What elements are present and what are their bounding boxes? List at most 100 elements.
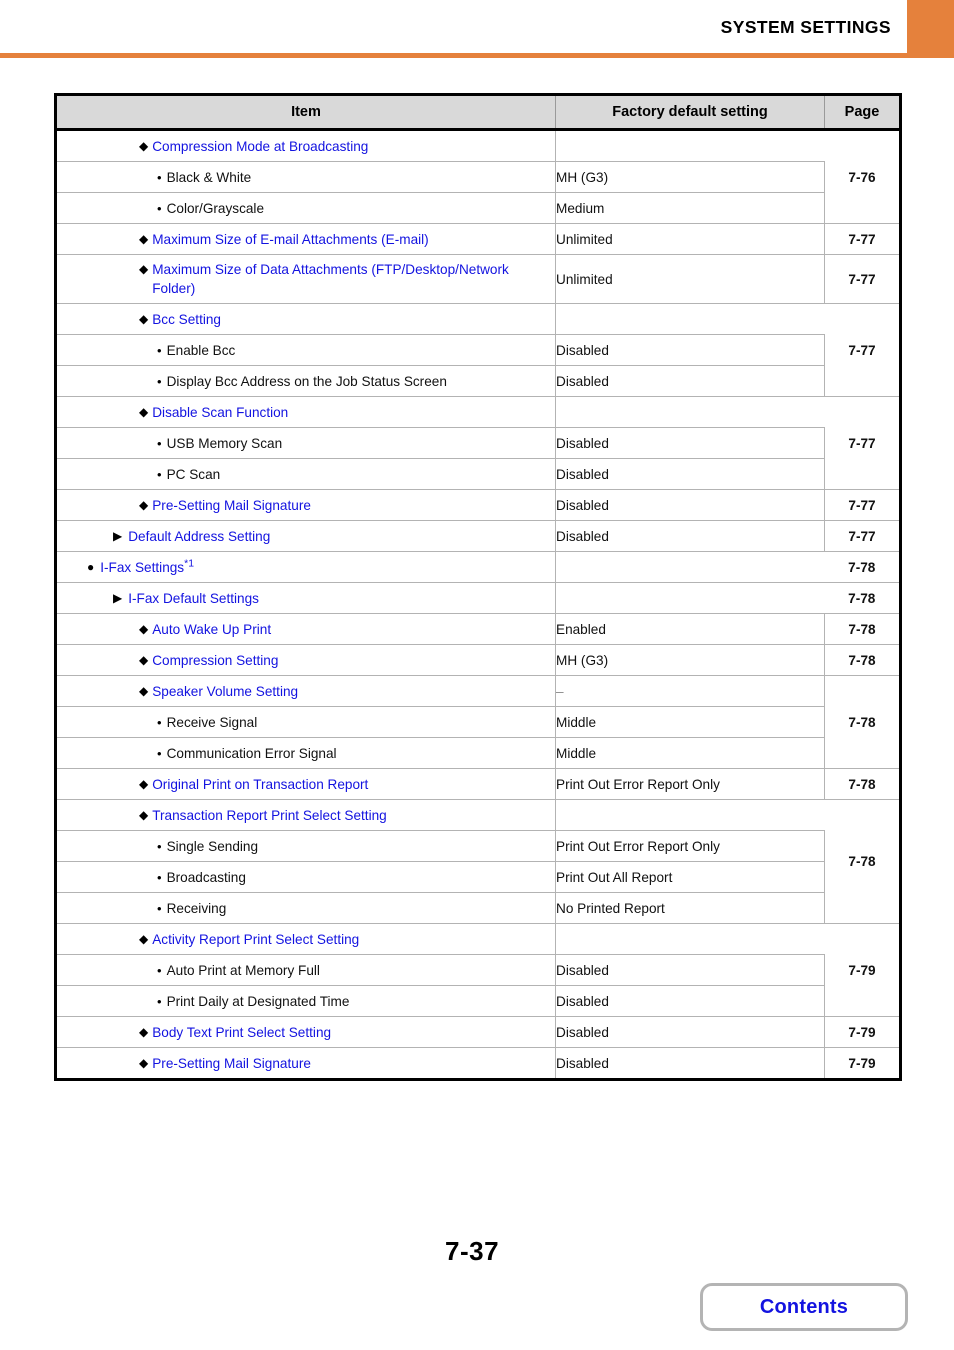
setting-item-label: Communication Error Signal: [166, 745, 337, 761]
page-reference-cell[interactable]: 7-78: [824, 768, 901, 800]
factory-default-value-cell: [555, 303, 825, 335]
page-reference-cell[interactable]: 7-77: [824, 520, 901, 552]
table-row: • Receive Signal Middle: [55, 706, 901, 738]
factory-default-value: Medium: [556, 200, 605, 216]
page-reference-cell[interactable]: 7-76: [824, 129, 901, 224]
setting-item-label[interactable]: Maximum Size of E-mail Attachments (E-ma…: [152, 230, 555, 249]
page-reference-cell[interactable]: 7-78: [824, 644, 901, 676]
setting-item-label: Single Sending: [166, 838, 259, 854]
page-reference-link[interactable]: 7-77: [848, 529, 875, 544]
setting-item-label[interactable]: I-Fax Settings*1: [100, 558, 555, 577]
setting-item-cell: ◆ Pre-Setting Mail Signature: [55, 489, 556, 521]
system-settings-table: Item Factory default setting Page ◆ Compr…: [54, 93, 902, 1081]
contents-button[interactable]: Contents: [700, 1283, 908, 1331]
setting-item-cell: • PC Scan: [55, 458, 556, 490]
setting-item-cell: ▶ Default Address Setting: [55, 520, 556, 552]
page-reference-cell[interactable]: 7-78: [824, 675, 901, 769]
setting-item-label[interactable]: Original Print on Transaction Report: [152, 775, 555, 794]
page-reference-link[interactable]: 7-77: [848, 272, 875, 287]
page-reference-link[interactable]: 7-77: [848, 343, 875, 358]
page-reference-cell[interactable]: 7-77: [824, 396, 901, 490]
setting-item-cell: • Enable Bcc: [55, 334, 556, 366]
page-reference-cell[interactable]: 7-79: [824, 923, 901, 1017]
header-accent-rule: [0, 53, 954, 58]
diamond-marker-icon: ◆: [139, 652, 149, 667]
diamond-marker-icon: ◆: [139, 1055, 149, 1070]
setting-item-label[interactable]: Transaction Report Print Select Setting: [152, 806, 555, 825]
page-reference-cell[interactable]: 7-77: [824, 489, 901, 521]
setting-item-cell: ◆ Original Print on Transaction Report: [55, 768, 556, 800]
page-reference-cell[interactable]: 7-78: [824, 551, 901, 583]
factory-default-value-cell: Enabled: [555, 613, 825, 645]
page-reference-link[interactable]: 7-76: [848, 170, 875, 185]
setting-item-cell: • USB Memory Scan: [55, 427, 556, 459]
setting-item-cell: • Receiving: [55, 892, 556, 924]
page-reference-cell[interactable]: 7-77: [824, 223, 901, 255]
factory-default-value: No Printed Report: [556, 900, 665, 916]
setting-item-cell: ◆ Maximum Size of Data Attachments (FTP/D…: [55, 254, 556, 304]
setting-item-label[interactable]: Pre-Setting Mail Signature: [152, 496, 555, 515]
factory-default-value-cell: Print Out Error Report Only: [555, 830, 825, 862]
table-row: ● I-Fax Settings*1 7-78: [55, 551, 901, 583]
page-reference-link[interactable]: 7-77: [848, 232, 875, 247]
triangle-marker-icon: ▶: [113, 528, 123, 543]
page-reference-link[interactable]: 7-78: [848, 591, 875, 606]
table-row: • Black & White MH (G3): [55, 161, 901, 193]
diamond-marker-icon: ◆: [139, 231, 149, 246]
diamond-marker-icon: ◆: [139, 497, 149, 512]
page-reference-cell[interactable]: 7-77: [824, 303, 901, 397]
setting-item-label: Color/Grayscale: [166, 200, 265, 216]
factory-default-value: Disabled: [556, 435, 609, 451]
diamond-marker-icon: ◆: [139, 138, 149, 153]
factory-default-value-cell: Disabled: [555, 365, 825, 397]
setting-item-cell: ◆ Transaction Report Print Select Setting: [55, 799, 556, 831]
page-reference-link[interactable]: 7-78: [848, 777, 875, 792]
factory-default-value-cell: [555, 129, 825, 162]
factory-default-value: MH (G3): [556, 652, 609, 668]
factory-default-value: Disabled: [556, 466, 609, 482]
page-reference-link[interactable]: 7-79: [848, 1025, 875, 1040]
factory-default-value: Unlimited: [556, 231, 613, 247]
factory-default-value-cell: No Printed Report: [555, 892, 825, 924]
page-reference-link[interactable]: 7-77: [848, 498, 875, 513]
setting-item-cell: ◆ Body Text Print Select Setting: [55, 1016, 556, 1048]
setting-item-label[interactable]: Default Address Setting: [128, 527, 555, 546]
page-reference-link[interactable]: 7-78: [848, 715, 875, 730]
page-reference-cell[interactable]: 7-78: [824, 799, 901, 924]
setting-item-label[interactable]: Body Text Print Select Setting: [152, 1023, 555, 1042]
setting-item-cell: ▶ I-Fax Default Settings: [55, 582, 556, 614]
page-reference-link[interactable]: 7-78: [848, 854, 875, 869]
page-reference-cell[interactable]: 7-78: [824, 613, 901, 645]
factory-default-value-cell: Disabled: [555, 1016, 825, 1048]
page-reference-link[interactable]: 7-78: [848, 622, 875, 637]
setting-item-label[interactable]: Pre-Setting Mail Signature: [152, 1054, 555, 1073]
table-row: • Communication Error Signal Middle: [55, 737, 901, 769]
page-header: SYSTEM SETTINGS: [0, 0, 954, 58]
page-reference-link[interactable]: 7-78: [848, 560, 875, 575]
header-accent-block: [907, 0, 954, 53]
setting-item-label[interactable]: Activity Report Print Select Setting: [152, 930, 555, 949]
page-reference-cell[interactable]: 7-79: [824, 1047, 901, 1080]
setting-item-label[interactable]: I-Fax Default Settings: [128, 589, 555, 608]
setting-item-cell: • Color/Grayscale: [55, 192, 556, 224]
page-reference-link[interactable]: 7-78: [848, 653, 875, 668]
factory-default-value: Disabled: [556, 1055, 609, 1071]
page-reference-link[interactable]: 7-77: [848, 436, 875, 451]
page-reference-cell[interactable]: 7-78: [824, 582, 901, 614]
setting-item-label[interactable]: Compression Mode at Broadcasting: [152, 137, 555, 156]
setting-item-label[interactable]: Compression Setting: [152, 651, 555, 670]
bullet-marker-icon: •: [157, 993, 162, 1009]
page-reference-link[interactable]: 7-79: [848, 963, 875, 978]
setting-item-cell: ◆ Compression Mode at Broadcasting: [55, 129, 556, 162]
setting-item-cell: • Display Bcc Address on the Job Status S…: [55, 365, 556, 397]
setting-item-label[interactable]: Auto Wake Up Print: [152, 620, 555, 639]
setting-item-label[interactable]: Maximum Size of Data Attachments (FTP/De…: [152, 260, 555, 298]
setting-item-label[interactable]: Disable Scan Function: [152, 403, 555, 422]
page-reference-cell[interactable]: 7-77: [824, 254, 901, 304]
setting-item-cell: ● I-Fax Settings*1: [55, 551, 556, 583]
page-reference-cell[interactable]: 7-79: [824, 1016, 901, 1048]
factory-default-value-cell: Disabled: [555, 954, 825, 986]
page-reference-link[interactable]: 7-79: [848, 1056, 875, 1071]
setting-item-label[interactable]: Bcc Setting: [152, 310, 555, 329]
setting-item-label[interactable]: Speaker Volume Setting: [152, 682, 555, 701]
